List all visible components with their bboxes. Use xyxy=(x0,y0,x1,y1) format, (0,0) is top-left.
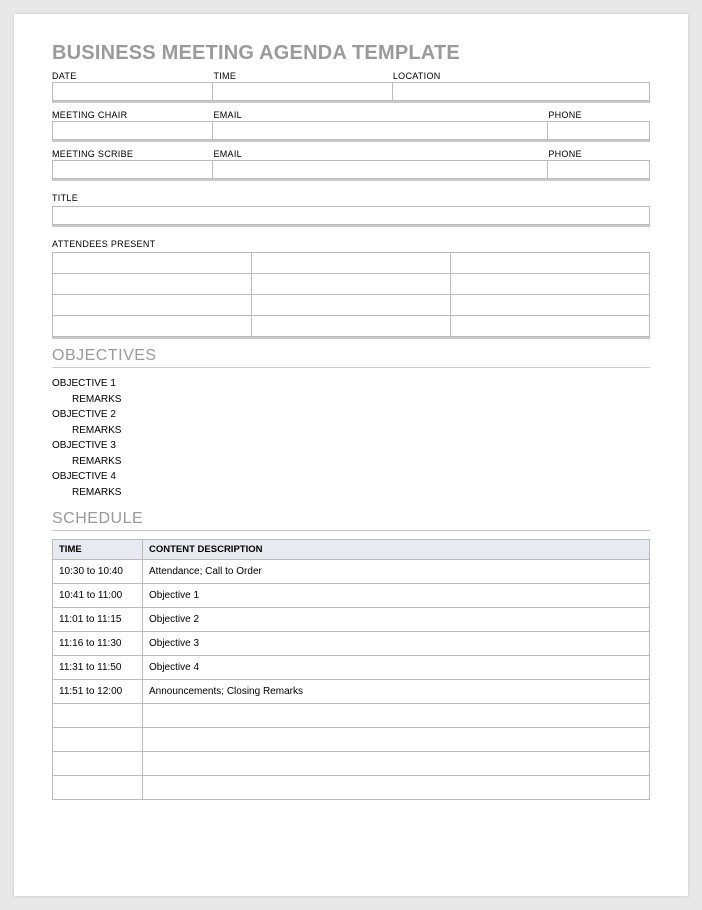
schedule-time-cell[interactable]: 11:16 to 11:30 xyxy=(53,632,143,656)
objective-label: OBJECTIVE 1 xyxy=(52,376,650,392)
attendee-cell[interactable] xyxy=(451,295,650,316)
schedule-time-cell[interactable]: 10:41 to 11:00 xyxy=(53,584,143,608)
schedule-time-cell[interactable] xyxy=(53,776,143,800)
time-field[interactable] xyxy=(213,82,392,101)
attendee-cell[interactable] xyxy=(252,316,451,337)
location-label: LOCATION xyxy=(393,71,650,81)
attendee-cell[interactable] xyxy=(53,253,252,274)
schedule-content-cell[interactable] xyxy=(143,704,650,728)
schedule-time-cell[interactable]: 10:30 to 10:40 xyxy=(53,560,143,584)
title-field-label: TITLE xyxy=(52,193,78,203)
schedule-content-cell[interactable]: Announcements; Closing Remarks xyxy=(143,680,650,704)
location-field[interactable] xyxy=(393,82,650,101)
scribe-email-field[interactable] xyxy=(213,160,548,179)
schedule-content-cell[interactable]: Objective 3 xyxy=(143,632,650,656)
objective-label: OBJECTIVE 2 xyxy=(52,407,650,423)
attendees-label: ATTENDEES PRESENT xyxy=(52,239,155,249)
chair-field[interactable] xyxy=(52,121,213,140)
chair-phone-label: PHONE xyxy=(548,110,650,120)
chair-email-field[interactable] xyxy=(213,121,548,140)
schedule-content-cell[interactable] xyxy=(143,728,650,752)
schedule-row: 11:01 to 11:15Objective 2 xyxy=(53,608,650,632)
attendee-cell[interactable] xyxy=(53,295,252,316)
date-label: DATE xyxy=(52,71,213,81)
schedule-time-cell[interactable] xyxy=(53,752,143,776)
schedule-content-cell[interactable] xyxy=(143,776,650,800)
schedule-row: 10:30 to 10:40Attendance; Call to Order xyxy=(53,560,650,584)
attendee-cell[interactable] xyxy=(252,274,451,295)
schedule-table: TIME CONTENT DESCRIPTION 10:30 to 10:40A… xyxy=(52,539,650,800)
remarks-label: REMARKS xyxy=(72,454,650,470)
schedule-row xyxy=(53,752,650,776)
chair-phone-field[interactable] xyxy=(548,121,650,140)
schedule-row: 11:51 to 12:00Announcements; Closing Rem… xyxy=(53,680,650,704)
schedule-row: 11:31 to 11:50Objective 4 xyxy=(53,656,650,680)
schedule-content-cell[interactable]: Objective 2 xyxy=(143,608,650,632)
remarks-label: REMARKS xyxy=(72,423,650,439)
schedule-header-content: CONTENT DESCRIPTION xyxy=(143,540,650,560)
attendees-table xyxy=(52,252,650,337)
attendee-cell[interactable] xyxy=(451,274,650,295)
title-field[interactable] xyxy=(52,206,650,225)
schedule-heading: SCHEDULE xyxy=(52,510,650,531)
schedule-row: 10:41 to 11:00Objective 1 xyxy=(53,584,650,608)
attendee-cell[interactable] xyxy=(53,316,252,337)
chair-label: MEETING CHAIR xyxy=(52,110,213,120)
attendees-group: ATTENDEES PRESENT xyxy=(52,234,650,339)
scribe-email-label: EMAIL xyxy=(213,149,548,159)
schedule-time-cell[interactable]: 11:01 to 11:15 xyxy=(53,608,143,632)
schedule-row: 11:16 to 11:30Objective 3 xyxy=(53,632,650,656)
time-label: TIME xyxy=(213,71,392,81)
schedule-content-cell[interactable]: Objective 1 xyxy=(143,584,650,608)
title-group: TITLE xyxy=(52,188,650,227)
meta-group: DATE TIME LOCATION xyxy=(52,71,650,103)
schedule-time-cell[interactable] xyxy=(53,704,143,728)
page-title: BUSINESS MEETING AGENDA TEMPLATE xyxy=(52,42,650,65)
attendee-cell[interactable] xyxy=(252,295,451,316)
scribe-phone-label: PHONE xyxy=(548,149,650,159)
objective-label: OBJECTIVE 3 xyxy=(52,438,650,454)
schedule-row xyxy=(53,776,650,800)
scribe-label: MEETING SCRIBE xyxy=(52,149,213,159)
schedule-time-cell[interactable]: 11:31 to 11:50 xyxy=(53,656,143,680)
chair-email-label: EMAIL xyxy=(213,110,548,120)
attendee-cell[interactable] xyxy=(451,316,650,337)
schedule-time-cell[interactable]: 11:51 to 12:00 xyxy=(53,680,143,704)
remarks-label: REMARKS xyxy=(72,485,650,501)
schedule-content-cell[interactable]: Objective 4 xyxy=(143,656,650,680)
schedule-row xyxy=(53,728,650,752)
attendee-cell[interactable] xyxy=(252,253,451,274)
scribe-group: MEETING SCRIBE EMAIL PHONE xyxy=(52,149,650,181)
objectives-heading: OBJECTIVES xyxy=(52,347,650,368)
attendee-cell[interactable] xyxy=(451,253,650,274)
schedule-content-cell[interactable]: Attendance; Call to Order xyxy=(143,560,650,584)
scribe-phone-field[interactable] xyxy=(548,160,650,179)
schedule-header-time: TIME xyxy=(53,540,143,560)
remarks-label: REMARKS xyxy=(72,392,650,408)
schedule-row xyxy=(53,704,650,728)
objectives-list: OBJECTIVE 1 REMARKS OBJECTIVE 2 REMARKS … xyxy=(52,376,650,500)
objective-label: OBJECTIVE 4 xyxy=(52,469,650,485)
schedule-time-cell[interactable] xyxy=(53,728,143,752)
schedule-content-cell[interactable] xyxy=(143,752,650,776)
scribe-field[interactable] xyxy=(52,160,213,179)
attendee-cell[interactable] xyxy=(53,274,252,295)
date-field[interactable] xyxy=(52,82,213,101)
chair-group: MEETING CHAIR EMAIL PHONE xyxy=(52,110,650,142)
document-page: BUSINESS MEETING AGENDA TEMPLATE DATE TI… xyxy=(14,14,688,896)
